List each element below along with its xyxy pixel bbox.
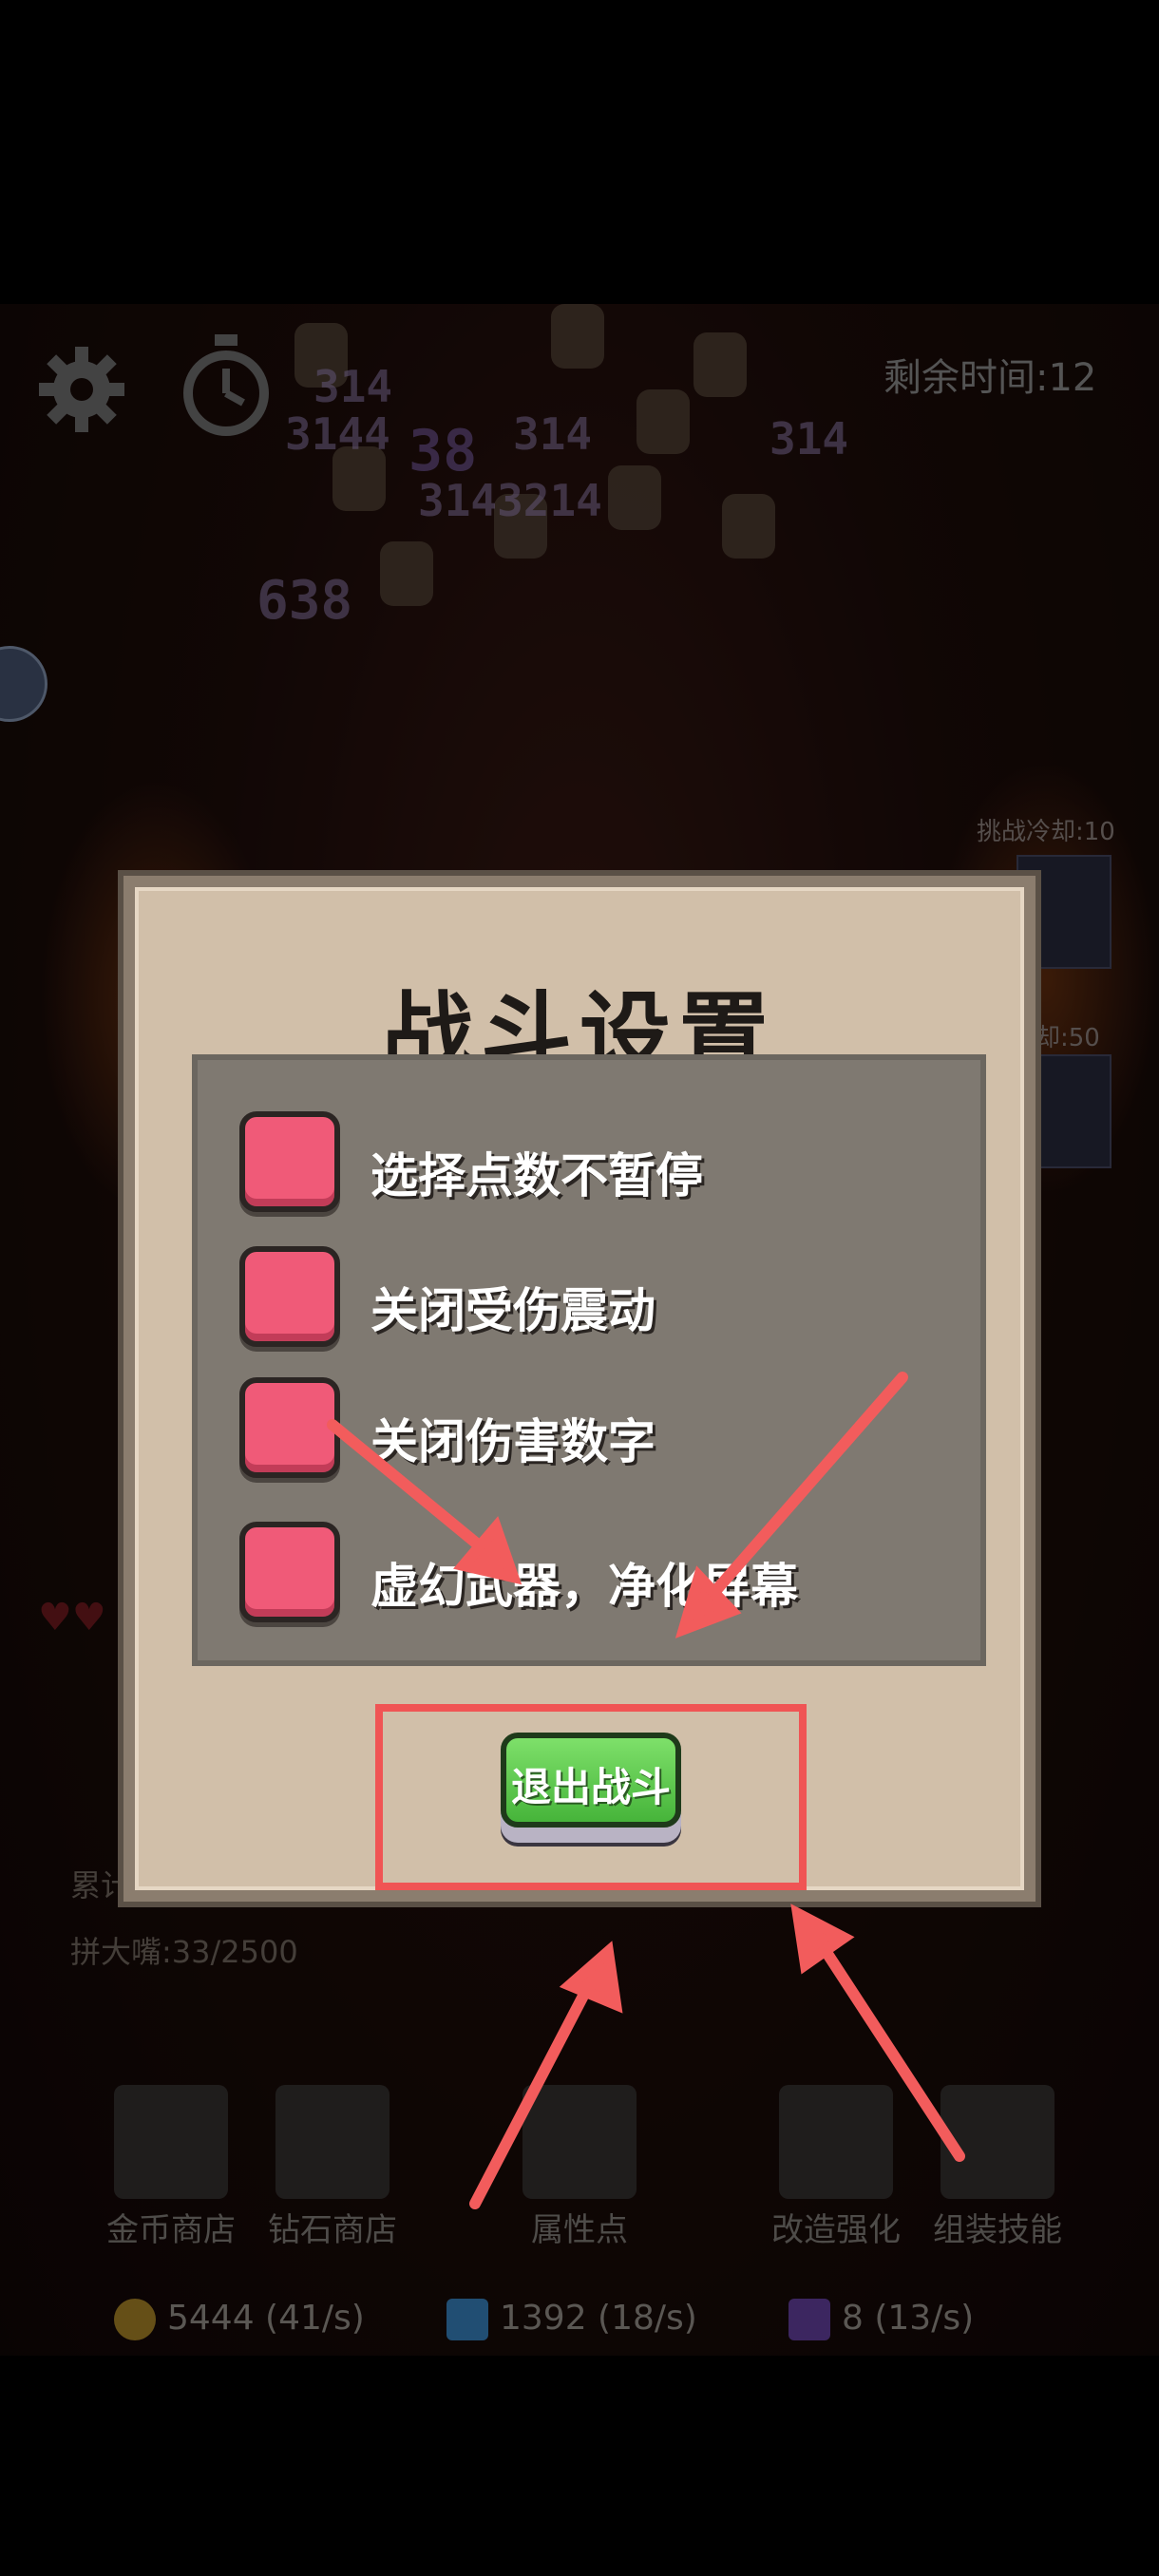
- checkbox[interactable]: [239, 1246, 340, 1347]
- exit-battle-button[interactable]: 退出战斗: [501, 1733, 681, 1828]
- option-phantom-weapon[interactable]: 虚幻武器，净化屏幕: [239, 1522, 961, 1624]
- option-disable-damage-numbers[interactable]: 关闭伤害数字: [239, 1377, 961, 1480]
- checkbox[interactable]: [239, 1522, 340, 1622]
- option-no-pause[interactable]: 选择点数不暂停: [239, 1111, 961, 1214]
- option-label: 虚幻武器，净化屏幕: [370, 1559, 798, 1614]
- option-label: 关闭伤害数字: [370, 1414, 656, 1469]
- exit-button-label: 退出战斗: [510, 1764, 671, 1810]
- battle-settings-dialog: 战斗设置 选择点数不暂停 关闭受伤震动 关闭伤害数字 虚幻武器，净化屏幕 退出战…: [124, 876, 1036, 1902]
- options-panel: 选择点数不暂停 关闭受伤震动 关闭伤害数字 虚幻武器，净化屏幕: [192, 1054, 986, 1666]
- exit-button-highlight: 退出战斗: [375, 1704, 807, 1890]
- option-label: 关闭受伤震动: [370, 1283, 656, 1338]
- option-label: 选择点数不暂停: [370, 1148, 703, 1203]
- option-disable-hit-shake[interactable]: 关闭受伤震动: [239, 1246, 961, 1349]
- checkbox[interactable]: [239, 1111, 340, 1212]
- checkbox[interactable]: [239, 1377, 340, 1478]
